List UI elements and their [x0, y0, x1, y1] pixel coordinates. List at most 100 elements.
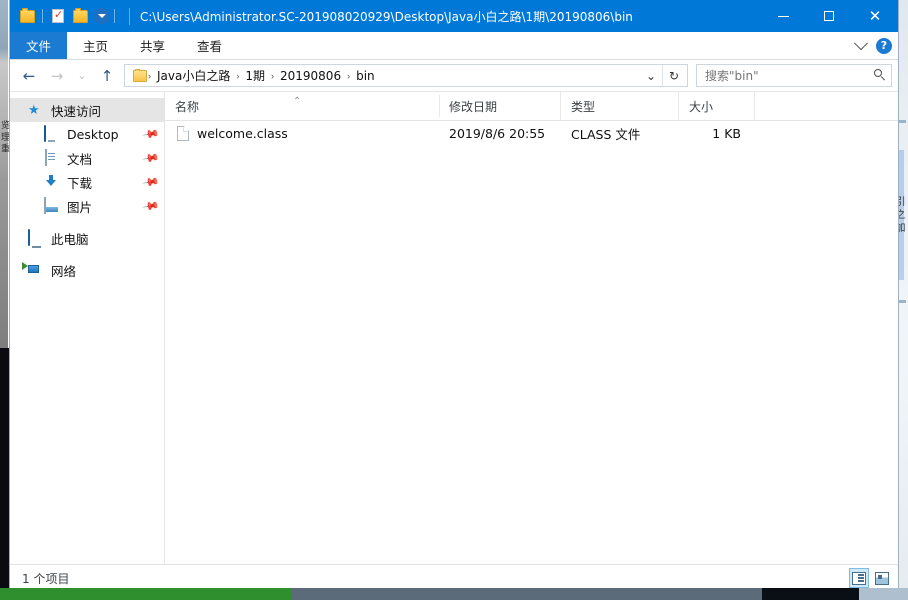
forward-button[interactable]: →: [44, 63, 70, 89]
column-header-type[interactable]: 类型: [561, 92, 679, 120]
taskbar-segment-dark[interactable]: [761, 588, 860, 600]
up-button[interactable]: ↑: [94, 63, 120, 89]
column-header-name[interactable]: 名称 ⌃: [165, 92, 439, 120]
details-view-button[interactable]: [849, 568, 869, 588]
column-header-size[interactable]: 大小: [679, 92, 755, 120]
sidebar-item-network[interactable]: 网络: [10, 258, 164, 282]
breadcrumb-item-date[interactable]: 20190806: [275, 69, 346, 83]
taskbar-segment-green[interactable]: [0, 588, 292, 600]
generic-file-icon: [177, 125, 189, 141]
sidebar-item-pictures[interactable]: 图片 📌: [10, 194, 164, 218]
pictures-icon: [44, 197, 60, 214]
sidebar-item-label: 网络: [51, 263, 77, 279]
details-view-icon: [852, 571, 866, 585]
column-header-name-label: 名称: [175, 99, 200, 114]
sort-ascending-icon: ⌃: [293, 96, 302, 107]
maximize-button[interactable]: [806, 0, 852, 32]
background-left-dark-panel: [0, 348, 9, 588]
view-mode-buttons: [849, 568, 892, 588]
refresh-icon[interactable]: ↻: [662, 65, 685, 86]
column-header-size-label: 大小: [689, 99, 714, 114]
tab-home[interactable]: 主页: [67, 32, 124, 59]
background-left-window: [0, 0, 8, 348]
ribbon-right-controls: ?: [853, 32, 892, 59]
search-placeholder: 搜索"bin": [705, 69, 759, 83]
folder-icon[interactable]: [16, 5, 38, 27]
sidebar-item-downloads[interactable]: 下载 📌: [10, 170, 164, 194]
sidebar-item-documents[interactable]: 文档 📌: [10, 146, 164, 170]
large-icons-view-button[interactable]: [872, 568, 892, 588]
toolbar-divider: [42, 9, 43, 23]
help-icon[interactable]: ?: [876, 37, 892, 54]
taskbar-segment-gray[interactable]: [291, 588, 762, 600]
item-count-text: 1 个项目: [22, 571, 70, 586]
sidebar-item-quick-access[interactable]: ★ 快速访问: [10, 98, 164, 122]
file-rows: welcome.class 2019/8/6 20:55 CLASS 文件 1 …: [165, 121, 898, 564]
tab-view[interactable]: 查看: [181, 32, 238, 59]
new-folder-icon[interactable]: [69, 5, 91, 27]
explorer-body: ★ 快速访问 Desktop 📌 文档 📌 下载 📌 图片 📌 此电脑 网络 名…: [10, 92, 898, 564]
window-controls[interactable]: ✕: [760, 0, 898, 32]
address-bar-row: ← → ⌄ ↑ › Java小白之路 › 1期 › 20190806 › bin…: [10, 60, 898, 92]
back-button[interactable]: ←: [16, 63, 42, 89]
title-bar[interactable]: C:\Users\Administrator.SC-201908020929\D…: [10, 0, 898, 32]
properties-icon[interactable]: [47, 5, 69, 27]
table-row[interactable]: welcome.class 2019/8/6 20:55 CLASS 文件 1 …: [165, 121, 898, 145]
downloads-icon: [44, 174, 60, 190]
sidebar-group-spacer: [10, 250, 164, 258]
sidebar-item-label: 此电脑: [51, 231, 89, 247]
chevron-down-icon[interactable]: [853, 35, 869, 50]
column-header-type-label: 类型: [571, 99, 596, 114]
sidebar-item-label: 文档: [67, 151, 93, 167]
maximize-icon: [824, 11, 834, 21]
file-list-pane: 名称 ⌃ 修改日期 类型 大小 welcome.class 2019/8/6 2…: [165, 92, 898, 564]
quick-access-toolbar[interactable]: [10, 5, 119, 27]
ribbon-tab-bar: 文件 主页 共享 查看 ?: [10, 32, 898, 60]
sidebar-item-label: 图片: [67, 199, 93, 215]
breadcrumb[interactable]: › Java小白之路 › 1期 › 20190806 › bin ⌄ ↻: [124, 64, 688, 87]
taskbar-segment-light[interactable]: [859, 588, 908, 600]
pin-star-icon: ★: [28, 103, 40, 118]
pin-icon[interactable]: 📌: [142, 173, 161, 192]
pin-icon[interactable]: 📌: [142, 197, 161, 216]
sidebar-item-this-pc[interactable]: 此电脑: [10, 226, 164, 250]
taskbar-strip[interactable]: [0, 588, 908, 600]
this-pc-icon: [28, 229, 44, 246]
file-name-cell[interactable]: welcome.class: [165, 125, 439, 141]
network-icon: [28, 262, 44, 278]
minimize-icon: [777, 15, 789, 17]
search-icon[interactable]: [874, 69, 887, 82]
breadcrumb-item-bin[interactable]: bin: [351, 69, 380, 83]
breadcrumb-dropdown-icon[interactable]: ⌄: [640, 65, 662, 86]
window-title: C:\Users\Administrator.SC-201908020929\D…: [129, 7, 633, 25]
sidebar-item-label: 下载: [67, 175, 93, 191]
breadcrumb-item-java[interactable]: Java小白之路: [152, 67, 235, 84]
file-date-cell: 2019/8/6 20:55: [449, 125, 546, 141]
sidebar-item-desktop[interactable]: Desktop 📌: [10, 122, 164, 146]
file-name-label: welcome.class: [197, 125, 288, 141]
recent-locations-button[interactable]: ⌄: [72, 63, 92, 89]
search-input[interactable]: 搜索"bin": [696, 64, 892, 87]
breadcrumb-folder-icon[interactable]: [133, 68, 147, 82]
background-left-text: 览 理 重: [0, 120, 9, 153]
column-header-date[interactable]: 修改日期: [439, 92, 561, 120]
close-icon: ✕: [868, 7, 882, 25]
close-button[interactable]: ✕: [852, 0, 898, 32]
file-explorer-window: C:\Users\Administrator.SC-201908020929\D…: [9, 0, 899, 592]
minimize-button[interactable]: [760, 0, 806, 32]
pin-icon[interactable]: 📌: [142, 125, 161, 144]
breadcrumb-item-phase[interactable]: 1期: [240, 67, 270, 84]
column-divider[interactable]: [439, 95, 440, 117]
pin-icon[interactable]: 📌: [142, 149, 161, 168]
column-header-date-label: 修改日期: [449, 99, 498, 114]
sidebar-item-label: 快速访问: [51, 103, 102, 119]
navigation-pane: ★ 快速访问 Desktop 📌 文档 📌 下载 📌 图片 📌 此电脑 网络: [10, 92, 165, 564]
tab-share[interactable]: 共享: [124, 32, 181, 59]
column-header-row: 名称 ⌃ 修改日期 类型 大小: [165, 92, 898, 121]
status-bar: 1 个项目: [10, 564, 898, 591]
sidebar-item-label: Desktop: [67, 126, 119, 142]
customize-quick-access-dropdown-icon[interactable]: [94, 8, 110, 24]
documents-icon: [44, 149, 60, 166]
tab-file[interactable]: 文件: [10, 32, 68, 59]
large-icons-view-icon: [875, 571, 889, 585]
